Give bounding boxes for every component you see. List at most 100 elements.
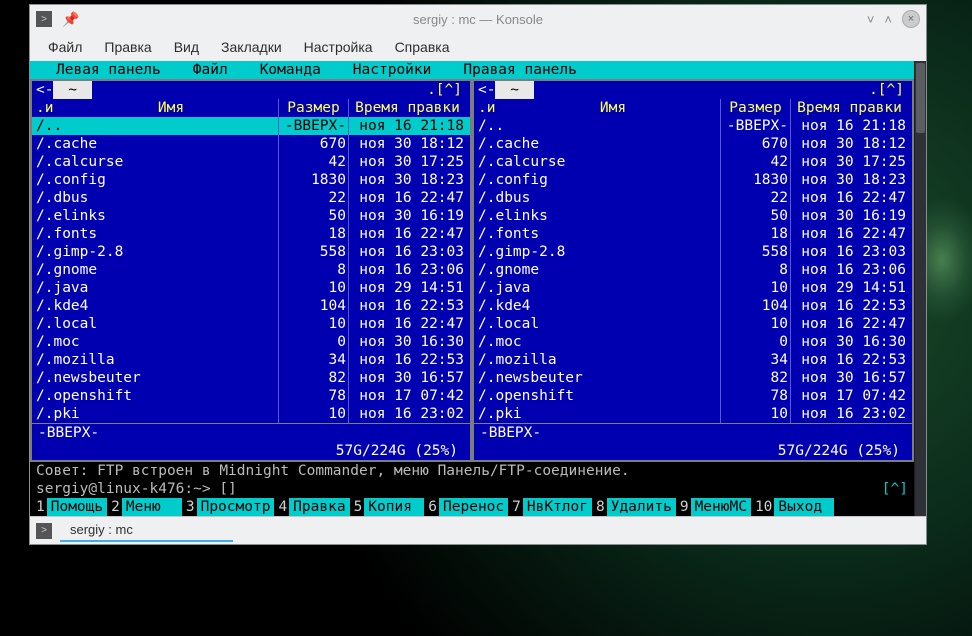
file-row[interactable]: /.config1830ноя 30 18:23 <box>32 171 470 189</box>
file-row[interactable]: /.elinks50ноя 30 16:19 <box>32 207 470 225</box>
file-row[interactable]: /.mozilla34ноя 16 22:53 <box>474 351 912 369</box>
pin-icon[interactable]: 📌 <box>62 11 79 28</box>
titlebar[interactable]: > 📌 sergiy : mc — Konsole ˅ ˄ × <box>30 5 926 33</box>
menu-file[interactable]: Файл <box>38 36 92 58</box>
file-size: 50 <box>720 207 790 225</box>
cursor: [] <box>219 481 236 497</box>
file-time: ноя 16 23:06 <box>348 261 466 279</box>
file-name: /.gimp-2.8 <box>36 243 278 261</box>
file-row[interactable]: /.calcurse42ноя 30 17:25 <box>474 153 912 171</box>
terminal-tab[interactable]: sergiy : mc <box>60 519 233 542</box>
col-n[interactable]: .и <box>36 99 64 117</box>
menu-help[interactable]: Справка <box>385 36 460 58</box>
fkey-label: НвКтлог <box>523 498 592 516</box>
file-row[interactable]: /.moc0ноя 30 16:30 <box>32 333 470 351</box>
file-row[interactable]: /.cache670ноя 30 18:12 <box>474 135 912 153</box>
fkey-7[interactable]: 7НвКтлог <box>508 498 592 516</box>
close-icon[interactable]: × <box>902 10 920 28</box>
konsole-window: > 📌 sergiy : mc — Konsole ˅ ˄ × Файл Пра… <box>29 4 927 545</box>
col-time[interactable]: Время правки <box>790 99 908 117</box>
col-n[interactable]: .и <box>478 99 506 117</box>
right-panel[interactable]: <- ~ .[^].иИмяРазмерВремя правки/..-ВВЕР… <box>472 79 914 462</box>
file-row[interactable]: /.pki10ноя 16 23:02 <box>474 405 912 423</box>
mc-menu-command[interactable]: Команда <box>244 61 337 79</box>
hint-line: Совет: FTP встроен в Midnight Commander,… <box>30 462 914 480</box>
mc-menu-file[interactable]: Файл <box>177 61 244 79</box>
file-row[interactable]: /.dbus22ноя 16 22:47 <box>32 189 470 207</box>
file-row[interactable]: /.mozilla34ноя 16 22:53 <box>32 351 470 369</box>
file-time: ноя 16 22:47 <box>348 189 466 207</box>
file-row[interactable]: /..-ВВЕРХ-ноя 16 21:18 <box>474 117 912 135</box>
file-row[interactable]: /.gnome8ноя 16 23:06 <box>474 261 912 279</box>
file-row[interactable]: /.kde4104ноя 16 22:53 <box>474 297 912 315</box>
file-row[interactable]: /.config1830ноя 30 18:23 <box>474 171 912 189</box>
fkey-9[interactable]: 9МенюМС <box>676 498 751 516</box>
file-row[interactable]: /.fonts18ноя 16 22:47 <box>474 225 912 243</box>
file-name: /.calcurse <box>36 153 278 171</box>
scrollbar-thumb[interactable] <box>916 63 925 133</box>
panel-header: <- ~ .[^] <box>474 81 912 99</box>
col-size[interactable]: Размер <box>278 99 348 117</box>
fkey-number: 6 <box>424 498 439 516</box>
file-name: /.moc <box>478 333 720 351</box>
fkey-5[interactable]: 5Копия <box>350 498 425 516</box>
fkey-6[interactable]: 6Перенос <box>424 498 508 516</box>
file-row[interactable]: /.java10ноя 29 14:51 <box>474 279 912 297</box>
col-name[interactable]: Имя <box>506 99 720 117</box>
fkey-number: 8 <box>592 498 607 516</box>
left-panel[interactable]: <- ~ .[^].иИмяРазмерВремя правки/..-ВВЕР… <box>30 79 472 462</box>
file-name: /.cache <box>36 135 278 153</box>
file-row[interactable]: /.gnome8ноя 16 23:06 <box>32 261 470 279</box>
file-row[interactable]: /.newsbeuter82ноя 30 16:57 <box>32 369 470 387</box>
panel-cwd[interactable]: ~ <box>53 81 91 99</box>
panel-cwd[interactable]: ~ <box>495 81 533 99</box>
file-row[interactable]: /.local10ноя 16 22:47 <box>474 315 912 333</box>
file-row[interactable]: /.moc0ноя 30 16:30 <box>474 333 912 351</box>
sort-indicator[interactable]: .[^] <box>427 81 462 99</box>
mc-menu-options[interactable]: Настройки <box>337 61 448 79</box>
file-row[interactable]: /.newsbeuter82ноя 30 16:57 <box>474 369 912 387</box>
mc-menu-left[interactable]: Левая панель <box>40 61 177 79</box>
shell-prompt[interactable]: sergiy@linux-k476:~> [] [^] <box>30 480 914 498</box>
mc-menu-right[interactable]: Правая панель <box>447 61 593 79</box>
col-time[interactable]: Время правки <box>348 99 466 117</box>
terminal-scrollbar[interactable] <box>914 61 926 516</box>
fkey-3[interactable]: 3Просмотр <box>182 498 275 516</box>
maximize-icon[interactable]: ˄ <box>884 12 892 27</box>
file-name: /.. <box>478 117 720 135</box>
file-row[interactable]: /.java10ноя 29 14:51 <box>32 279 470 297</box>
fkey-2[interactable]: 2Меню <box>107 498 182 516</box>
sort-indicator[interactable]: .[^] <box>869 81 904 99</box>
menu-settings[interactable]: Настройка <box>294 36 383 58</box>
file-row[interactable]: /.calcurse42ноя 30 17:25 <box>32 153 470 171</box>
terminal-area[interactable]: Левая панель Файл Команда Настройки Прав… <box>30 61 926 516</box>
fkey-4[interactable]: 4Правка <box>274 498 349 516</box>
file-row[interactable]: /.dbus22ноя 16 22:47 <box>474 189 912 207</box>
file-row[interactable]: /.openshift78ноя 17 07:42 <box>32 387 470 405</box>
fkey-8[interactable]: 8Удалить <box>592 498 676 516</box>
file-row[interactable]: /.cache670ноя 30 18:12 <box>32 135 470 153</box>
file-name: /.openshift <box>478 387 720 405</box>
file-row[interactable]: /.fonts18ноя 16 22:47 <box>32 225 470 243</box>
file-row[interactable]: /.gimp-2.8558ноя 16 23:03 <box>474 243 912 261</box>
col-name[interactable]: Имя <box>64 99 278 117</box>
minimize-icon[interactable]: ˅ <box>867 12 875 27</box>
menu-view[interactable]: Вид <box>164 36 209 58</box>
rotation-indicator: [^] <box>882 480 908 498</box>
file-name: /.dbus <box>478 189 720 207</box>
fkey-1[interactable]: 1Помощь <box>32 498 107 516</box>
menu-edit[interactable]: Правка <box>94 36 161 58</box>
file-row[interactable]: /.openshift78ноя 17 07:42 <box>474 387 912 405</box>
file-row[interactable]: /.gimp-2.8558ноя 16 23:03 <box>32 243 470 261</box>
file-row[interactable]: /.kde4104ноя 16 22:53 <box>32 297 470 315</box>
file-row[interactable]: /.local10ноя 16 22:47 <box>32 315 470 333</box>
menu-bookmarks[interactable]: Закладки <box>211 36 292 58</box>
file-row[interactable]: /.pki10ноя 16 23:02 <box>32 405 470 423</box>
fkey-10[interactable]: 10Выход <box>751 498 834 516</box>
file-time: ноя 30 16:30 <box>348 333 466 351</box>
file-row[interactable]: /..-ВВЕРХ-ноя 16 21:18 <box>32 117 470 135</box>
col-size[interactable]: Размер <box>720 99 790 117</box>
fkey-label: Выход <box>774 498 834 516</box>
mc-panels: <- ~ .[^].иИмяРазмерВремя правки/..-ВВЕР… <box>30 79 914 462</box>
file-row[interactable]: /.elinks50ноя 30 16:19 <box>474 207 912 225</box>
